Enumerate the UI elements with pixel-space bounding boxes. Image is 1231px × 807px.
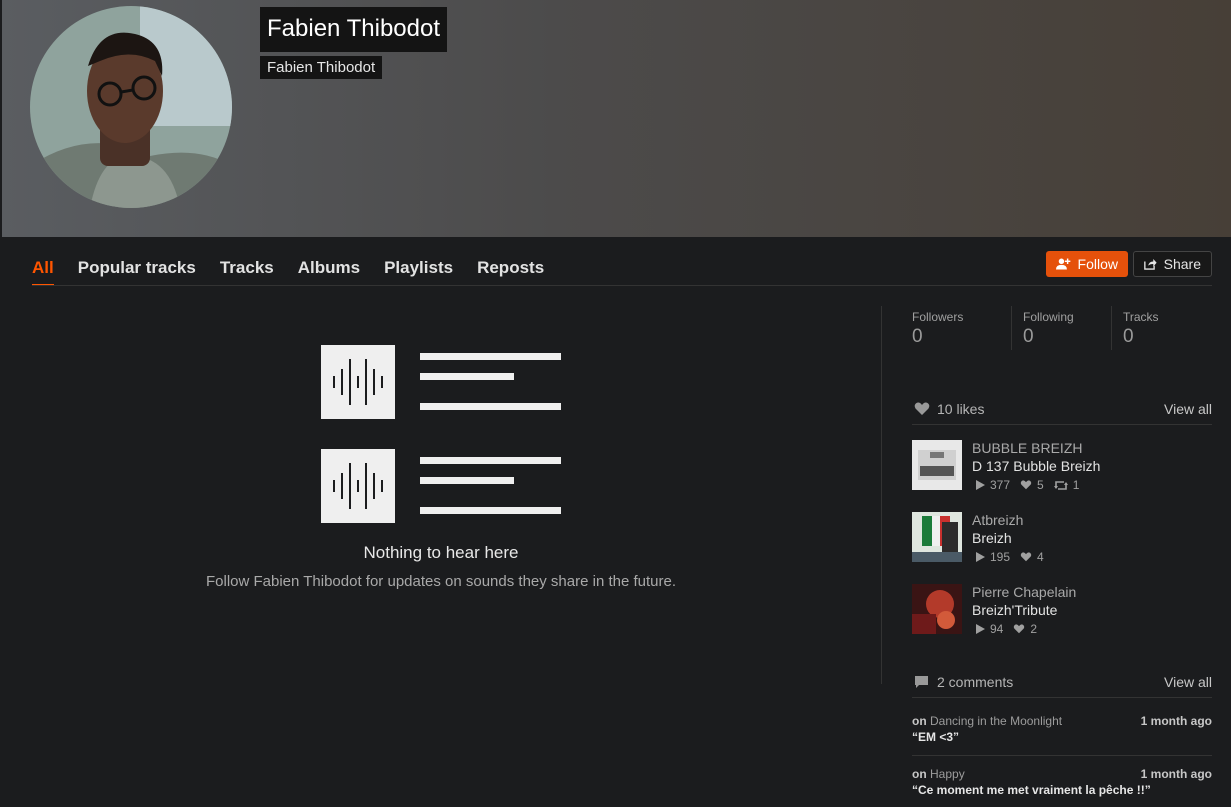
heart-icon (1020, 552, 1032, 562)
comments-count: 2 comments (937, 674, 1014, 690)
avatar-image (30, 6, 232, 208)
liked-track: Atbreizh Breizh 195 4 (912, 512, 1212, 564)
comment-item: on Dancing in the Moonlight 1 month ago … (912, 714, 1212, 748)
comment-target: on Dancing in the Moonlight (912, 714, 1063, 728)
comment-item: on Happy 1 month ago “Ce moment me met v… (912, 767, 1212, 801)
heart-icon (1020, 480, 1032, 490)
track-stats: 94 2 (976, 622, 1037, 636)
heart-icon (914, 402, 930, 415)
track-title[interactable]: Breizh (972, 530, 1012, 546)
follow-button[interactable]: Follow (1046, 251, 1128, 277)
likes-header: 10 likes View all (912, 401, 1212, 421)
comment-text[interactable]: “Ce moment me met vraiment la pêche !!” (912, 783, 1151, 797)
tab-tracks[interactable]: Tracks (220, 256, 274, 286)
tab-albums[interactable]: Albums (298, 256, 360, 286)
like-count: 5 (1020, 478, 1044, 492)
play-count: 94 (976, 622, 1003, 636)
share-icon (1144, 258, 1157, 270)
stat-value: 0 (912, 326, 923, 347)
stat-label: Followers (912, 310, 964, 324)
empty-track-placeholder (321, 345, 561, 419)
tabs-divider (32, 285, 1212, 286)
comment-track-link[interactable]: Happy (930, 767, 965, 781)
track-artwork[interactable] (912, 512, 962, 562)
play-icon (976, 552, 985, 562)
stat-tracks[interactable]: Tracks 0 (1123, 310, 1159, 350)
track-title[interactable]: Breizh'Tribute (972, 602, 1057, 618)
track-stats: 195 4 (976, 550, 1044, 564)
liked-track: BUBBLE BREIZH D 137 Bubble Breizh 377 5 … (912, 440, 1212, 492)
sidebar-divider (881, 306, 882, 684)
repost-icon (1053, 480, 1068, 490)
likes-view-all-link[interactable]: View all (1164, 401, 1212, 417)
liked-track: Pierre Chapelain Breizh'Tribute 94 2 (912, 584, 1212, 636)
track-stats: 377 5 1 (976, 478, 1079, 492)
play-count: 195 (976, 550, 1010, 564)
add-user-icon (1056, 258, 1071, 270)
tab-reposts[interactable]: Reposts (477, 256, 544, 286)
track-artwork[interactable] (912, 584, 962, 634)
comment-timestamp: 1 month ago (1140, 767, 1212, 781)
share-button-label: Share (1163, 256, 1201, 272)
play-count: 377 (976, 478, 1010, 492)
play-icon (976, 624, 985, 634)
empty-track-placeholder (321, 449, 561, 523)
comment-track-link[interactable]: Dancing in the Moonlight (930, 714, 1062, 728)
comments-header: 2 comments View all (912, 674, 1212, 694)
share-button[interactable]: Share (1133, 251, 1212, 277)
repost-count: 1 (1053, 478, 1079, 492)
track-artwork[interactable] (912, 440, 962, 490)
comment-target: on Happy (912, 767, 965, 781)
tab-playlists[interactable]: Playlists (384, 256, 453, 286)
empty-state-subtitle: Follow Fabien Thibodot for updates on so… (205, 573, 677, 590)
comment-timestamp: 1 month ago (1140, 714, 1212, 728)
play-icon (976, 480, 985, 490)
track-artist[interactable]: Atbreizh (972, 512, 1023, 528)
waveform-icon (321, 345, 395, 419)
profile-display-name: Fabien Thibodot (260, 7, 448, 52)
stat-followers[interactable]: Followers 0 (912, 310, 963, 350)
waveform-icon (321, 449, 395, 523)
tab-popular-tracks[interactable]: Popular tracks (78, 256, 196, 286)
tab-all[interactable]: All (32, 256, 54, 286)
comment-icon (915, 676, 928, 688)
stat-following[interactable]: Following 0 (1023, 310, 1074, 350)
profile-username: Fabien Thibodot (260, 56, 383, 79)
stat-value: 0 (1123, 326, 1134, 347)
empty-state-title: Nothing to hear here (363, 543, 519, 562)
heart-icon (1014, 624, 1025, 634)
like-count: 2 (1013, 622, 1037, 636)
stat-label: Following (1023, 310, 1074, 324)
profile-tabs: All Popular tracks Tracks Albums Playlis… (32, 256, 544, 286)
avatar[interactable] (30, 6, 232, 208)
follow-button-label: Follow (1077, 256, 1118, 272)
likes-count: 10 likes (937, 401, 985, 417)
stat-label: Tracks (1123, 310, 1159, 324)
track-artist[interactable]: Pierre Chapelain (972, 584, 1076, 600)
track-title[interactable]: D 137 Bubble Breizh (972, 458, 1100, 474)
comments-view-all-link[interactable]: View all (1164, 674, 1212, 690)
comment-text[interactable]: “EM <3” (912, 730, 959, 744)
stat-value: 0 (1023, 326, 1034, 347)
like-count: 4 (1020, 550, 1044, 564)
track-artist[interactable]: BUBBLE BREIZH (972, 440, 1082, 456)
